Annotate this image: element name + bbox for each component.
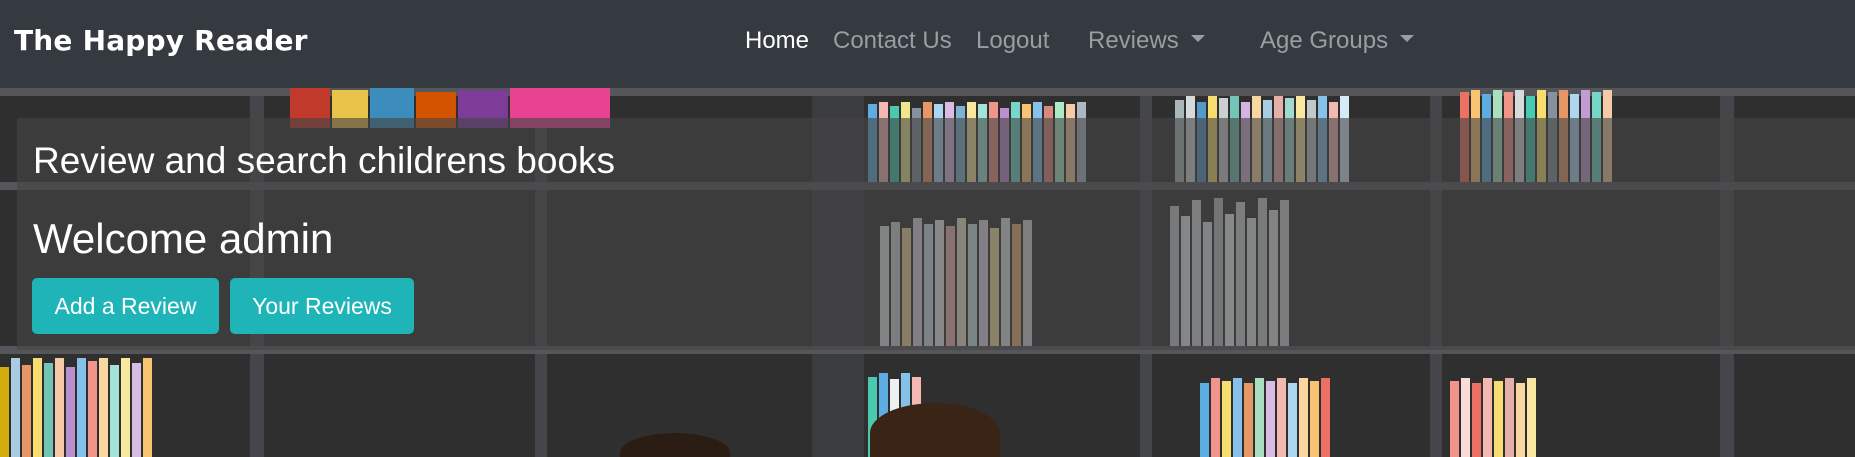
nav-logout[interactable]: Logout: [976, 27, 1049, 55]
brand-logo[interactable]: The Happy Reader: [14, 24, 308, 57]
nav-reviews-label: Reviews: [1088, 27, 1179, 54]
nav-home[interactable]: Home: [745, 27, 809, 55]
hero-lead-text: Review and search childrens books: [33, 140, 616, 181]
nav-contact-us[interactable]: Contact Us: [833, 27, 952, 55]
add-review-button[interactable]: Add a Review: [32, 278, 219, 334]
welcome-heading: Welcome admin: [33, 215, 334, 262]
caret-down-icon: [1190, 35, 1205, 43]
navbar: The Happy Reader Home Contact Us Logout …: [0, 0, 1855, 88]
your-reviews-button[interactable]: Your Reviews: [230, 278, 414, 334]
nav-reviews-dropdown[interactable]: Reviews: [1088, 27, 1205, 55]
nav-age-groups-dropdown[interactable]: Age Groups: [1260, 27, 1415, 55]
caret-down-icon: [1400, 35, 1415, 43]
nav-age-groups-label: Age Groups: [1260, 27, 1389, 54]
